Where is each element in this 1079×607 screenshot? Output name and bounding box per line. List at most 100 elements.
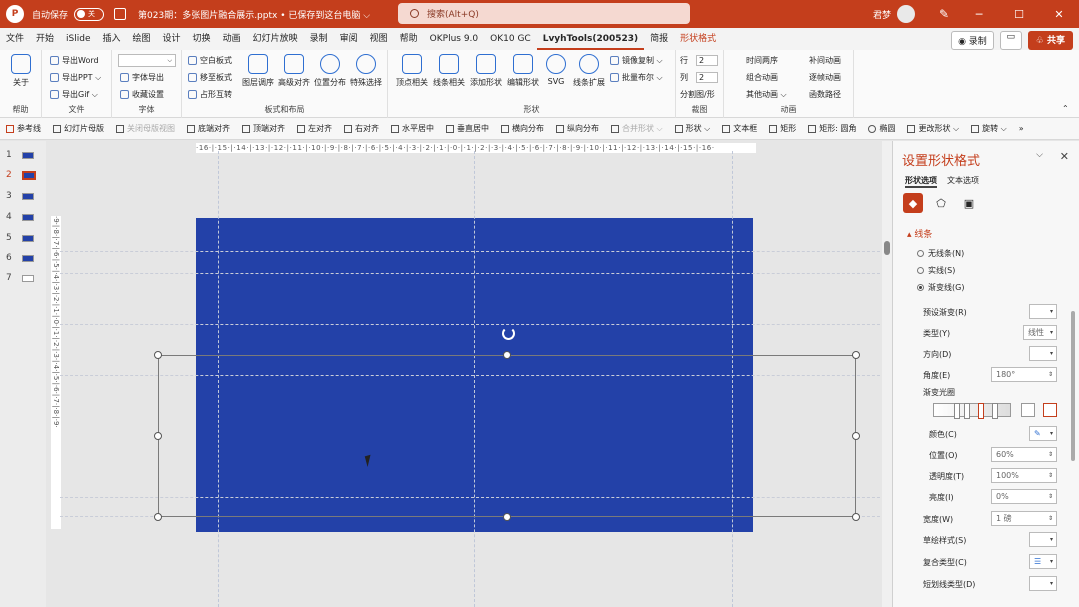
remove-stop-icon[interactable]	[1043, 403, 1057, 417]
direction-dropdown[interactable]: ▾	[1029, 346, 1057, 361]
user-name[interactable]: 君梦	[873, 8, 891, 21]
pane-scrollbar[interactable]	[1070, 231, 1076, 601]
tab-draw[interactable]: 绘图	[127, 28, 157, 50]
slide-thumb-7[interactable]: 7	[6, 273, 34, 283]
tab-animations[interactable]: 动画	[217, 28, 247, 50]
position-distribute-button[interactable]: 位置分布	[312, 54, 348, 88]
preset-gradient-dropdown[interactable]: ▾	[1029, 304, 1057, 319]
frame-anim-button[interactable]: 逐帧动画	[809, 72, 841, 83]
search-box[interactable]: 搜索(Alt+Q)	[398, 3, 690, 24]
color-picker[interactable]: ✎ ▾	[1029, 426, 1057, 441]
slide-thumb-5[interactable]: 5	[6, 233, 34, 243]
edit-shape-button[interactable]: 编辑形状	[505, 54, 541, 88]
autosave-toggle[interactable]: 关	[74, 7, 105, 21]
gradient-stop[interactable]	[978, 403, 984, 419]
slide-canvas[interactable]: ·16·|·15·|·14·|·13·|·12·|·11·|·10·|·9·|·…	[46, 141, 892, 607]
resize-handle[interactable]	[503, 513, 511, 521]
gradient-stop[interactable]	[992, 403, 998, 419]
width-input[interactable]: 1 磅 ⇕	[991, 511, 1057, 526]
minimize-button[interactable]: ─	[959, 8, 999, 21]
comment-icon[interactable]: ▭	[999, 31, 1022, 50]
vertical-scrollbar[interactable]	[882, 141, 892, 607]
export-gif-button[interactable]: 导出Gif ⌵	[50, 89, 98, 100]
guide-line[interactable]	[60, 273, 890, 274]
gradient-stop[interactable]	[954, 403, 960, 419]
align-right-button[interactable]: 右对齐	[338, 123, 385, 134]
resize-handle[interactable]	[852, 351, 860, 359]
rectangle-button[interactable]: 矩形	[763, 123, 802, 134]
angle-input[interactable]: 180° ⇕	[991, 367, 1057, 382]
merge-shapes-button[interactable]: 合并形状 ⌵	[605, 123, 669, 134]
other-anim-button[interactable]: 其他动画 ⌵	[746, 89, 787, 100]
resize-handle[interactable]	[503, 351, 511, 359]
tab-home[interactable]: 开始	[30, 28, 60, 50]
slide-thumb-1[interactable]: 1	[6, 150, 34, 160]
gradient-stops-bar[interactable]	[933, 403, 1011, 419]
vertex-button[interactable]: 顶点相关	[394, 54, 430, 88]
sketch-style-dropdown[interactable]: ▾	[1029, 532, 1057, 547]
font-export-button[interactable]: 字体导出	[120, 72, 164, 83]
align-left-button[interactable]: 左对齐	[291, 123, 338, 134]
radio-solid-line[interactable]: 实线(S)	[917, 265, 955, 276]
tab-shape-options[interactable]: 形状选项	[905, 175, 937, 188]
tab-help[interactable]: 帮助	[394, 28, 424, 50]
favorites-button[interactable]: 收藏设置	[120, 89, 164, 100]
selected-shape[interactable]	[158, 355, 856, 517]
tab-slideshow[interactable]: 幻灯片放映	[247, 28, 304, 50]
size-properties-icon[interactable]: ▣	[959, 193, 979, 213]
combo-anim-button[interactable]: 组合动画	[746, 72, 778, 83]
tab-briefing[interactable]: 简报	[644, 28, 674, 50]
align-top-button[interactable]: 顶端对齐	[236, 123, 291, 134]
slide-master-button[interactable]: 幻灯片母版	[47, 123, 110, 134]
textbox-button[interactable]: 文本框	[716, 123, 763, 134]
advanced-align-button[interactable]: 高级对齐	[276, 54, 312, 88]
add-stop-icon[interactable]	[1021, 403, 1035, 417]
guide-line[interactable]	[60, 251, 890, 252]
tab-record[interactable]: 录制	[304, 28, 334, 50]
center-h-button[interactable]: 水平居中	[385, 123, 440, 134]
effects-icon[interactable]: ⬠	[931, 193, 951, 213]
function-path-button[interactable]: 函数路径	[809, 89, 841, 100]
radio-no-line[interactable]: 无线条(N)	[917, 248, 964, 259]
export-ppt-button[interactable]: 导出PPT ⌵	[50, 72, 101, 83]
batch-boolean-button[interactable]: 批量布尔 ⌵	[610, 72, 663, 83]
gradient-stop[interactable]	[964, 403, 970, 419]
tab-shape-format[interactable]: 形状格式	[674, 28, 722, 50]
tab-review[interactable]: 审阅	[334, 28, 364, 50]
section-line[interactable]: ▴ 线条	[907, 227, 932, 240]
avatar[interactable]	[897, 5, 915, 23]
transparency-input[interactable]: 100% ⇕	[991, 468, 1057, 483]
guide-line[interactable]	[60, 324, 890, 325]
resize-handle[interactable]	[154, 513, 162, 521]
layer-order-button[interactable]: 图层调序	[240, 54, 276, 88]
special-select-button[interactable]: 特殊选择	[348, 54, 384, 88]
tab-design[interactable]: 设计	[157, 28, 187, 50]
change-shape-button[interactable]: 更改形状 ⌵	[901, 123, 965, 134]
blank-layout-button[interactable]: 空白板式	[188, 55, 232, 66]
tab-islide[interactable]: iSlide	[60, 28, 96, 50]
row-input[interactable]: 2	[696, 55, 718, 66]
line-button[interactable]: 线条相关	[431, 54, 467, 88]
slide-thumb-4[interactable]: 4	[6, 212, 34, 222]
rotate-handle-icon[interactable]	[502, 327, 515, 340]
shapes-button[interactable]: 形状 ⌵	[669, 123, 717, 134]
position-input[interactable]: 60% ⇕	[991, 447, 1057, 462]
tab-okplus[interactable]: OKPlus 9.0	[424, 28, 484, 50]
tween-anim-button[interactable]: 补间动画	[809, 55, 841, 66]
font-select[interactable]: ⌵	[118, 54, 176, 67]
tab-text-options[interactable]: 文本选项	[947, 175, 979, 188]
compound-type-dropdown[interactable]: ☰ ▾	[1029, 554, 1057, 569]
resize-handle[interactable]	[154, 351, 162, 359]
split-button[interactable]: 分割图/形	[680, 89, 715, 100]
pane-close-icon[interactable]: ✕	[1060, 150, 1069, 163]
col-input[interactable]: 2	[696, 72, 718, 83]
tab-lvyhtools[interactable]: LvyhTools(200523)	[536, 28, 645, 50]
resize-handle[interactable]	[852, 432, 860, 440]
distribute-h-button[interactable]: 横向分布	[495, 123, 550, 134]
line-extend-button[interactable]: 线条扩展	[571, 54, 607, 88]
add-shape-button[interactable]: 添加形状	[468, 54, 504, 88]
record-button[interactable]: ◉ 录制	[951, 31, 994, 50]
tab-file[interactable]: 文件	[0, 28, 30, 50]
scrollbar-thumb[interactable]	[884, 241, 890, 255]
move-layout-button[interactable]: 移至板式	[188, 72, 232, 83]
